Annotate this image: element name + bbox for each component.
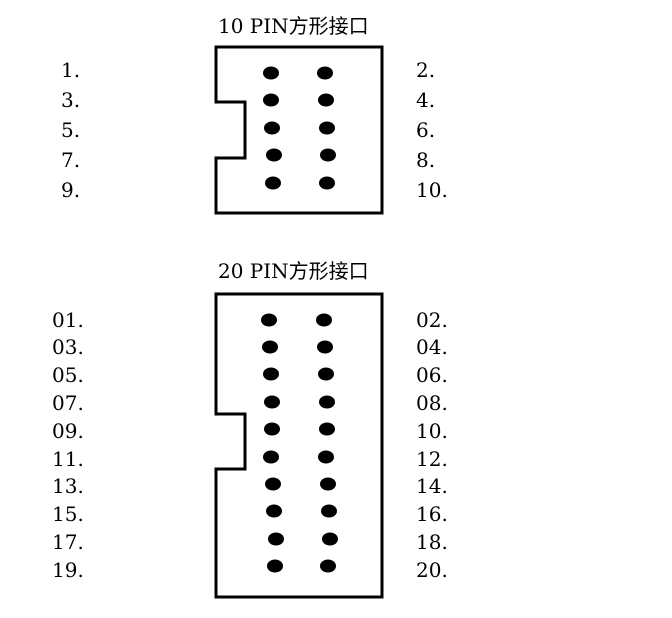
pin-3	[263, 93, 279, 107]
connector-10pin-outline	[214, 45, 384, 215]
pin-6	[319, 121, 335, 135]
pin-label-12: 12.	[416, 447, 448, 471]
pin-label-15: 15.	[52, 502, 84, 526]
pin-label-2: 2.	[416, 58, 435, 82]
pin-label-07: 07.	[52, 391, 84, 415]
connector-10pin: 10 PIN方形接口 1. 3. 5. 7. 9. 2. 4. 6. 8. 10…	[61, 14, 448, 215]
pin-11	[263, 450, 279, 464]
pin-label-14: 14.	[416, 474, 448, 498]
pin-label-7: 7.	[61, 148, 80, 172]
pin-10	[319, 422, 335, 436]
connector-20pin-right-labels: 02. 04. 06. 08. 10. 12. 14. 16. 18. 20.	[416, 308, 448, 582]
connector-20pin-left-labels: 01. 03. 05. 07. 09. 11. 13. 15. 17. 19.	[52, 308, 84, 582]
pin-label-06: 06.	[416, 363, 448, 387]
pin-label-18: 18.	[416, 530, 448, 554]
pin-08	[319, 395, 335, 409]
pin-label-17: 17.	[52, 530, 84, 554]
pin-5	[264, 121, 280, 135]
pin-18	[322, 532, 338, 546]
pin-label-9: 9.	[61, 178, 80, 202]
pin-label-13: 13.	[52, 474, 84, 498]
connector-20pin: 20 PIN方形接口 01. 03. 05. 07. 09. 11. 13. 1…	[52, 259, 448, 599]
connector-10pin-right-labels: 2. 4. 6. 8. 10.	[416, 58, 448, 202]
pin-04	[317, 340, 333, 354]
connector-10pin-left-labels: 1. 3. 5. 7. 9.	[61, 58, 80, 202]
pin-7	[266, 148, 282, 162]
pin-label-19: 19.	[52, 558, 84, 582]
pin-20	[320, 559, 336, 573]
pin-13	[265, 477, 281, 491]
pin-9	[265, 176, 281, 190]
pin-label-01: 01.	[52, 308, 84, 332]
pin-label-20: 20.	[416, 558, 448, 582]
pin-label-6: 6.	[416, 118, 435, 142]
pin-label-10: 10.	[416, 178, 448, 202]
pin-label-8: 8.	[416, 148, 435, 172]
connector-10pin-title: 10 PIN方形接口	[218, 14, 369, 38]
pin-14	[320, 477, 336, 491]
pin-label-04: 04.	[416, 335, 448, 359]
pin-4	[318, 93, 334, 107]
pin-16	[321, 504, 337, 518]
connector-20pin-pins	[261, 313, 338, 573]
pin-label-11: 11.	[52, 447, 84, 471]
pin-8	[320, 148, 336, 162]
pin-05	[263, 367, 279, 381]
pin-label-03: 03.	[52, 335, 84, 359]
pin-label-10: 10.	[416, 419, 448, 443]
connector-10pin-pins	[263, 66, 336, 190]
pin-19	[267, 559, 283, 573]
pin-label-08: 08.	[416, 391, 448, 415]
pin-1	[263, 66, 279, 80]
pin-label-05: 05.	[52, 363, 84, 387]
pin-07	[264, 395, 280, 409]
pin-03	[262, 340, 278, 354]
pin-01	[261, 313, 277, 327]
pin-label-3: 3.	[61, 88, 80, 112]
pin-label-1: 1.	[61, 58, 80, 82]
pin-2	[317, 66, 333, 80]
connector-20pin-outline	[214, 292, 384, 599]
pin-label-02: 02.	[416, 308, 448, 332]
pin-06	[318, 367, 334, 381]
pin-label-16: 16.	[416, 502, 448, 526]
pin-label-09: 09.	[52, 419, 84, 443]
pin-02	[316, 313, 332, 327]
pin-09	[264, 422, 280, 436]
pin-12	[318, 450, 334, 464]
connector-20pin-title: 20 PIN方形接口	[218, 259, 369, 283]
pin-15	[266, 504, 282, 518]
pin-label-5: 5.	[61, 118, 80, 142]
pin-17	[268, 532, 284, 546]
pin-10	[319, 176, 335, 190]
pin-header-diagram: 10 PIN方形接口 1. 3. 5. 7. 9. 2. 4. 6. 8. 10…	[52, 14, 448, 599]
pin-label-4: 4.	[416, 88, 435, 112]
